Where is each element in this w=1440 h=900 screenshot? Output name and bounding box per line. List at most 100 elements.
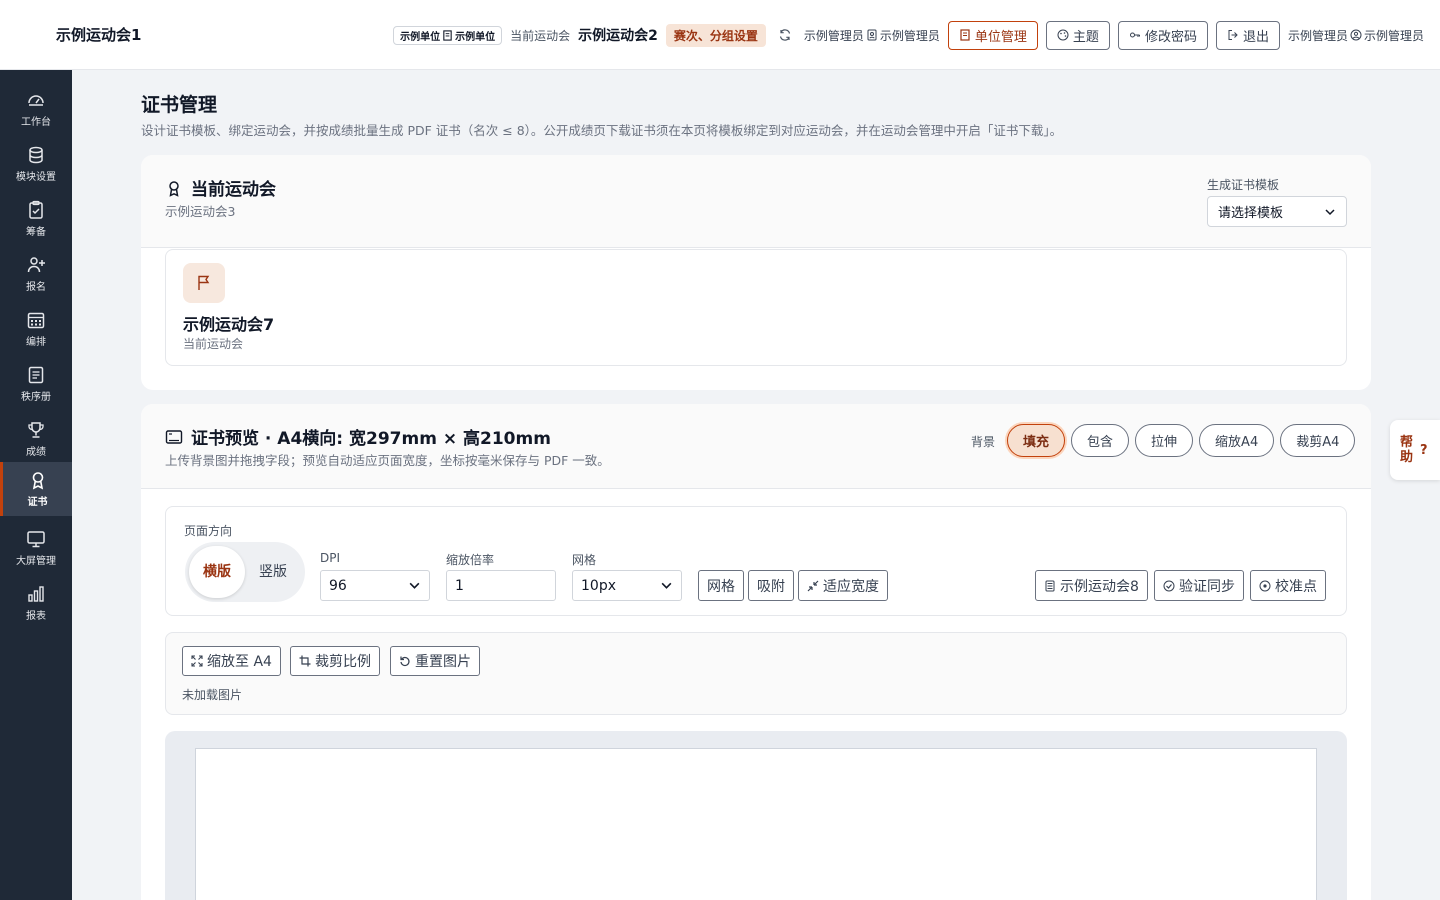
- expand-icon: [191, 655, 203, 667]
- admin-badge-2[interactable]: 示例管理员 示例管理员: [1288, 27, 1424, 44]
- admin-name-4: 示例管理员: [1363, 28, 1424, 43]
- calendar-icon: [27, 312, 45, 329]
- orientation-toggle: 横版 竖版: [185, 542, 305, 602]
- bg-option-contain[interactable]: 包含: [1071, 424, 1130, 457]
- crosshair-icon: [1259, 580, 1271, 591]
- crop-ratio-button[interactable]: 裁剪比例: [290, 646, 380, 676]
- award-icon: [169, 180, 179, 197]
- dpi-label: DPI: [320, 551, 341, 565]
- preview-subtitle: 上传背景图并拖拽字段；预览自动适应页面宽度，坐标按毫米保存与 PDF 一致。: [165, 453, 610, 468]
- crop-icon: [299, 655, 311, 667]
- sidebar-item-modules[interactable]: 模块设置: [0, 137, 72, 191]
- bg-option-stretch[interactable]: 拉伸: [1135, 424, 1194, 457]
- sidebar-item-prepare[interactable]: 筹备: [0, 192, 72, 246]
- admin-badge-1: 示例管理员 示例管理员: [804, 27, 940, 44]
- sidebar-item-schedule[interactable]: 编排: [0, 302, 72, 356]
- event-binding-label: 示例运动会8: [1060, 578, 1139, 595]
- grid-label: 网格: [572, 553, 597, 567]
- sidebar-item-reports[interactable]: 报表: [0, 576, 72, 630]
- dpi-select[interactable]: 96: [320, 570, 430, 601]
- flag-tile: [183, 263, 225, 303]
- sidebar-item-certificate[interactable]: 证书: [0, 462, 72, 516]
- top-bar: 示例运动会1 示例单位 示例单位 当前运动会 示例运动会2 赛次、分组设置 示例…: [0, 0, 1440, 70]
- scale-to-a4-button[interactable]: 缩放至 A4: [182, 646, 281, 676]
- dashboard-icon: [28, 95, 44, 106]
- help-tab[interactable]: 帮助 ?: [1390, 420, 1440, 480]
- sidebar-item-results[interactable]: 成绩: [0, 412, 72, 466]
- orientation-landscape[interactable]: 横版: [189, 546, 245, 598]
- building-icon: [443, 29, 452, 41]
- sidebar-label-results: 成绩: [26, 447, 46, 458]
- bg-option-fill[interactable]: 填充: [1007, 424, 1066, 457]
- sidebar-item-register[interactable]: 报名: [0, 247, 72, 301]
- event-stage-badge[interactable]: 赛次、分组设置: [665, 23, 766, 47]
- event-binding-button[interactable]: 示例运动会8: [1035, 570, 1148, 601]
- user-circle-icon: [1350, 29, 1362, 41]
- calibrate-button[interactable]: 校准点: [1250, 570, 1326, 601]
- sidebar-label-reports: 报表: [26, 611, 46, 622]
- sidebar-item-screen[interactable]: 大屏管理: [0, 521, 72, 575]
- grid-toggle-button[interactable]: 网格: [698, 570, 744, 601]
- sidebar-label-prepare: 筹备: [26, 227, 46, 238]
- unit-chip-right: 示例单位: [455, 31, 496, 43]
- logout-label: 退出: [1242, 29, 1269, 45]
- zoom-input[interactable]: 1: [446, 570, 556, 601]
- calculator-icon: [1045, 580, 1055, 591]
- dpi-value: 96: [329, 577, 347, 594]
- certificate-preview-card: 证书预览 · A4横向: 宽297mm × 高210mm 上传背景图并拖拽字段；…: [141, 404, 1371, 900]
- logout-icon: [1228, 30, 1238, 40]
- orientation-label: 页面方向: [184, 524, 233, 538]
- reset-image-button[interactable]: 重置图片: [390, 646, 480, 676]
- theme-label: 主题: [1072, 29, 1099, 45]
- change-password-button[interactable]: 修改密码: [1117, 20, 1208, 50]
- logout-button[interactable]: 退出: [1215, 20, 1280, 50]
- bg-option-crop-a4[interactable]: 裁剪A4: [1280, 424, 1356, 457]
- certificate-paper[interactable]: [195, 748, 1317, 900]
- admin-name-3: 示例管理员: [1287, 28, 1348, 43]
- help-label: 帮助: [1400, 435, 1414, 465]
- bar-chart-icon: [28, 586, 44, 602]
- template-select-value: 请选择模板: [1218, 206, 1284, 221]
- orientation-portrait[interactable]: 竖版: [245, 546, 301, 598]
- grid-select[interactable]: 10px: [572, 570, 682, 601]
- no-image-status: 未加载图片: [182, 688, 243, 702]
- sidebar-label-modules: 模块设置: [16, 172, 56, 183]
- page-description: 设计证书模板、绑定运动会，并按成绩批量生成 PDF 证书（名次 ≤ 8）。公开成…: [141, 123, 1063, 138]
- trophy-icon: [28, 422, 44, 438]
- refresh-icon[interactable]: [778, 28, 792, 42]
- sidebar-item-program[interactable]: 秩序册: [0, 357, 72, 411]
- theme-button[interactable]: 主题: [1045, 20, 1110, 50]
- chevron-down-icon: [661, 582, 672, 589]
- unit-management-button[interactable]: 单位管理: [947, 20, 1038, 50]
- snap-toggle-button[interactable]: 吸附: [748, 570, 794, 601]
- image-toolbar: 缩放至 A4 裁剪比例 重置图片 未加载图片: [165, 632, 1347, 715]
- page-title: 证书管理: [141, 94, 218, 116]
- current-event-card: 当前运动会 示例运动会3 生成证书模板 请选择模板 示例运动会7 当前运动会: [141, 155, 1371, 390]
- unit-switcher[interactable]: 示例单位 示例单位: [393, 25, 503, 45]
- award-icon: [32, 472, 43, 490]
- preview-title-text: 证书预览 · A4横向: 宽297mm × 高210mm: [191, 429, 551, 449]
- verify-sync-button[interactable]: 验证同步: [1154, 570, 1244, 601]
- zoom-label: 缩放倍率: [446, 553, 495, 567]
- current-event-header: 当前运动会 示例运动会3 生成证书模板 请选择模板: [141, 155, 1371, 248]
- current-event-title: 当前运动会: [165, 175, 276, 200]
- sidebar-label-program: 秩序册: [21, 392, 51, 403]
- template-select[interactable]: 请选择模板: [1207, 196, 1347, 227]
- sidebar-item-dashboard[interactable]: 工作台: [0, 82, 72, 136]
- sidebar-label-schedule: 编排: [26, 337, 46, 348]
- database-icon: [29, 146, 43, 164]
- current-event-subtitle: 示例运动会3: [165, 204, 236, 219]
- calibrate-label: 校准点: [1275, 578, 1317, 595]
- layout-toolbar: 页面方向 横版 竖版 DPI 96 缩放倍率 1 网格 10px 网格 吸附 适…: [165, 506, 1347, 616]
- shrink-icon: [807, 580, 819, 591]
- key-icon: [1129, 32, 1140, 38]
- clipboard-icon: [29, 200, 43, 219]
- admin-name-2: 示例管理员: [879, 28, 940, 43]
- crop-ratio-label: 裁剪比例: [315, 654, 371, 670]
- check-circle-icon: [1163, 580, 1175, 591]
- fit-width-button[interactable]: 适应宽度: [798, 570, 888, 601]
- change-password-label: 修改密码: [1144, 29, 1197, 45]
- event-info-box[interactable]: 示例运动会7 当前运动会: [165, 249, 1347, 366]
- bg-option-scale-a4[interactable]: 缩放A4: [1199, 424, 1275, 457]
- fit-width-label: 适应宽度: [823, 578, 879, 595]
